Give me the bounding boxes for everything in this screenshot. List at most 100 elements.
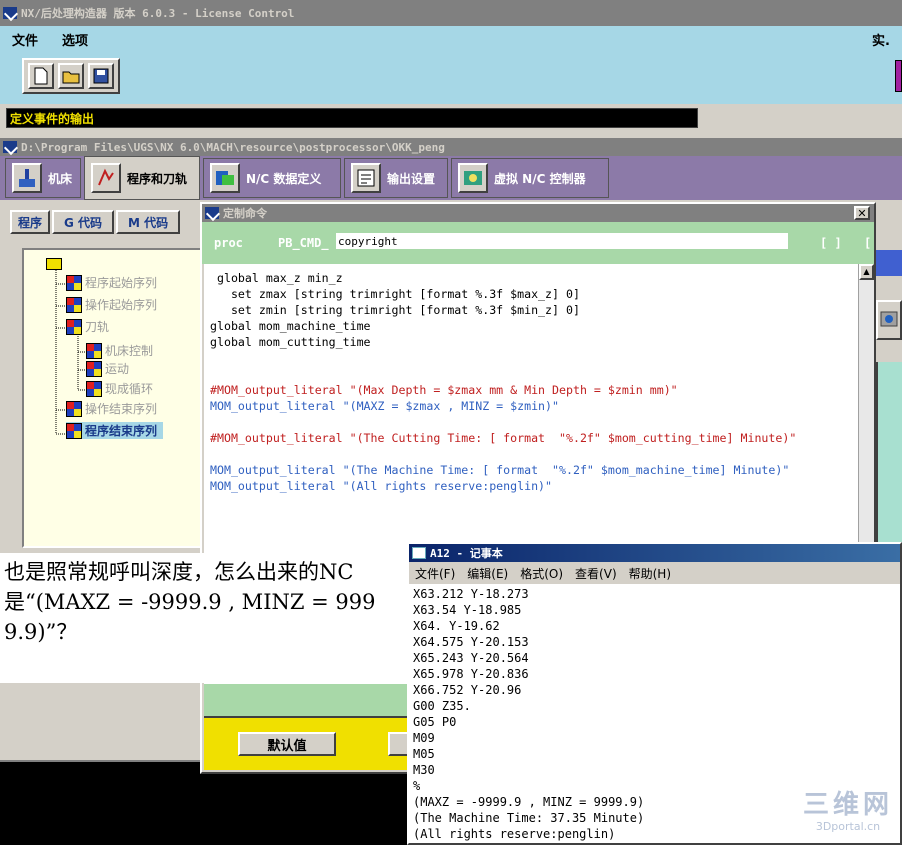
cube-icon — [66, 422, 82, 439]
tab-machine[interactable]: 机床 — [5, 158, 81, 198]
toolbar-right-button[interactable] — [895, 60, 902, 92]
np-line: M30 — [413, 763, 435, 777]
bracket-toggle-2[interactable]: [ — [864, 236, 871, 250]
doc-logo-icon — [3, 141, 17, 153]
np-line: X63.54 Y-18.985 — [413, 603, 522, 617]
program-tree: 程序起始序列 操作起始序列 刀轨 机床控制 运动 现成循环 操作结束序列 程序结… — [22, 248, 202, 548]
np-line: X65.243 Y-20.564 — [413, 651, 529, 665]
np-line: X63.212 Y-18.273 — [413, 587, 529, 601]
code-line: MOM_output_literal "(MAXZ = $zmax , MINZ… — [210, 399, 560, 413]
np-line: G05 P0 — [413, 715, 457, 729]
np-line: X65.978 Y-20.836 — [413, 667, 529, 681]
tree-item-program-start[interactable]: 程序起始序列 — [66, 274, 157, 291]
notepad-menu-edit[interactable]: 编辑(E) — [467, 565, 508, 582]
cube-icon — [86, 360, 102, 377]
np-line: G00 Z35. — [413, 699, 471, 713]
cube-icon — [66, 274, 82, 291]
bracket-toggle[interactable]: [ ] — [820, 236, 842, 250]
menu-file[interactable]: 文件 — [0, 30, 50, 49]
notepad-menu-view[interactable]: 查看(V) — [575, 565, 617, 582]
right-teal-panel — [876, 362, 902, 542]
np-line: X66.752 Y-20.96 — [413, 683, 522, 697]
open-folder-icon[interactable] — [58, 63, 84, 89]
right-blue-strip — [876, 250, 902, 276]
code-line: global mom_machine_time — [210, 319, 371, 333]
right-tool-icon[interactable] — [876, 300, 902, 340]
cube-icon — [66, 318, 82, 335]
watermark: 三维网 3Dportal.cn — [798, 790, 898, 840]
status-bar: 定义事件的输出 — [0, 104, 902, 138]
np-line: X64.575 Y-20.153 — [413, 635, 529, 649]
dialog-header: proc PB_CMD_ copyright [ ] [ — [202, 222, 874, 264]
toolpath-icon — [91, 163, 121, 193]
pb-cmd-prefix: PB_CMD_ — [278, 236, 329, 250]
question-overlay: 也是照常规呼叫深度，怎么出来的NC是“(MAXZ = -9999.9 , MIN… — [0, 553, 400, 683]
code-line: #MOM_output_literal "(The Cutting Time: … — [210, 431, 797, 445]
virtual-nc-icon — [458, 163, 488, 193]
watermark-site: 3Dportal.cn — [815, 820, 881, 833]
output-icon — [351, 163, 381, 193]
main-title-bar: NX/后处理构造器 版本 6.0.3 - License Control — [0, 0, 902, 26]
main-toolbar — [0, 52, 902, 104]
code-line: MOM_output_literal "(All rights reserve:… — [210, 479, 553, 493]
dialog-logo-icon — [205, 207, 219, 219]
tab-bar: 机床 程序和刀轨 N/C 数据定义 输出设置 虚拟 N/C 控制器 — [0, 156, 902, 200]
cube-icon — [86, 380, 102, 397]
np-line: M05 — [413, 747, 435, 761]
scroll-up-arrow[interactable]: ▲ — [859, 264, 874, 280]
tree-item-motion[interactable]: 运动 — [86, 360, 129, 377]
cube-icon — [66, 400, 82, 417]
tab-program-toolpath[interactable]: 程序和刀轨 — [84, 156, 200, 200]
tree-item-program-end[interactable]: 程序结束序列 — [66, 422, 164, 439]
subtab-g-code[interactable]: G 代码 — [52, 210, 115, 234]
tree-item-operation-end[interactable]: 操作结束序列 — [66, 400, 157, 417]
menu-right[interactable]: 实. — [860, 30, 902, 49]
menu-options[interactable]: 选项 — [50, 30, 100, 49]
code-line: set zmin [string trimright [format %.3f … — [210, 303, 580, 317]
doc-path-text: D:\Program Files\UGS\NX 6.0\MACH\resourc… — [21, 140, 445, 154]
code-line: MOM_output_literal "(The Machine Time: [… — [210, 463, 790, 477]
save-disk-icon[interactable] — [88, 63, 114, 89]
new-file-icon[interactable] — [28, 63, 54, 89]
subtab-m-code[interactable]: M 代码 — [116, 210, 181, 234]
default-button[interactable]: 默认值 — [238, 732, 336, 756]
tree-item-canned-cycle[interactable]: 现成循环 — [86, 380, 153, 397]
dialog-close-button[interactable]: ✕ — [854, 206, 870, 220]
notepad-title-bar: A12 - 记事本 — [409, 544, 900, 562]
notepad-menu-file[interactable]: 文件(F) — [415, 565, 455, 582]
tab-output-settings[interactable]: 输出设置 — [344, 158, 448, 198]
nx-logo-icon — [3, 7, 17, 19]
main-title-text: NX/后处理构造器 版本 6.0.3 - License Control — [21, 7, 295, 20]
tree-item-toolpath[interactable]: 刀轨 — [66, 318, 109, 335]
code-line: global max_z min_z — [210, 271, 343, 285]
subtab-bar: 程序 G 代码 M 代码 — [10, 210, 200, 234]
main-menu-bar: 文件 选项 实. — [0, 26, 902, 52]
cube-icon — [66, 296, 82, 313]
doc-title-bar: D:\Program Files\UGS\NX 6.0\MACH\resourc… — [0, 138, 902, 156]
code-line: #MOM_output_literal "(Max Depth = $zmax … — [210, 383, 678, 397]
cube-icon — [86, 342, 102, 359]
machine-icon — [12, 163, 42, 193]
notepad-menu-format[interactable]: 格式(O) — [520, 565, 563, 582]
np-line: M09 — [413, 731, 435, 745]
np-line: X64. Y-19.62 — [413, 619, 500, 633]
notepad-menu-help[interactable]: 帮助(H) — [629, 565, 671, 582]
tab-nc-data[interactable]: N/C 数据定义 — [203, 158, 341, 198]
command-name-input[interactable]: copyright — [336, 233, 788, 249]
tree-root-folder-icon[interactable] — [46, 258, 62, 270]
question-text: 也是照常规呼叫深度，怎么出来的NC是“(MAXZ = -9999.9 , MIN… — [4, 560, 376, 644]
tab-virtual-nc[interactable]: 虚拟 N/C 控制器 — [451, 158, 609, 198]
toolbar-group — [22, 58, 120, 94]
subtab-program[interactable]: 程序 — [10, 210, 51, 234]
tree-item-operation-start[interactable]: 操作起始序列 — [66, 296, 157, 313]
watermark-brand: 三维网 — [802, 790, 893, 820]
notepad-menu-bar: 文件(F) 编辑(E) 格式(O) 查看(V) 帮助(H) — [409, 562, 900, 584]
tree-item-machine-control[interactable]: 机床控制 — [86, 342, 153, 359]
proc-label: proc — [214, 236, 243, 250]
nc-data-icon — [210, 163, 240, 193]
dialog-title-bar: 定制命令 — [202, 204, 874, 222]
